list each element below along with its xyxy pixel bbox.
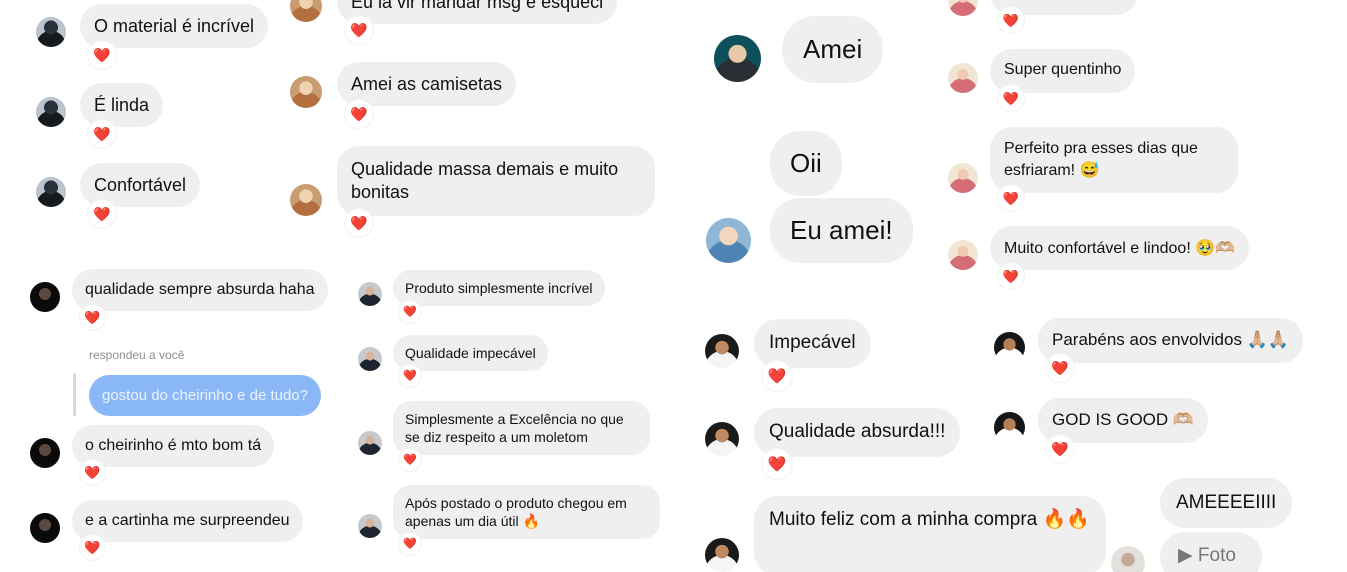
heart-reaction-icon[interactable]: ❤️ (998, 263, 1024, 289)
avatar[interactable] (705, 422, 739, 456)
photo-message[interactable]: ▶ Foto (1160, 532, 1262, 572)
avatar[interactable] (706, 218, 751, 263)
message-bubble[interactable]: O material é incrível (80, 4, 269, 48)
message-bubble[interactable]: É linda (80, 83, 164, 127)
avatar[interactable] (358, 514, 382, 538)
avatar[interactable] (705, 334, 739, 368)
heart-reaction-icon[interactable]: ❤️ (399, 449, 421, 471)
heart-reaction-icon[interactable]: ❤️ (998, 85, 1024, 111)
avatar[interactable] (36, 97, 66, 127)
avatar[interactable] (994, 332, 1025, 363)
avatar[interactable] (290, 0, 322, 22)
avatar[interactable] (948, 240, 978, 270)
message-bubble[interactable]: AMEEEEIIII (1160, 478, 1293, 528)
heart-reaction-icon[interactable]: ❤️ (399, 533, 421, 555)
heart-reaction-icon[interactable]: ❤️ (998, 185, 1024, 211)
avatar[interactable] (30, 282, 60, 312)
message-bubble[interactable]: Parabéns aos envolvidos 🙏🏼🙏🏼 (1038, 318, 1304, 363)
avatar[interactable] (36, 177, 66, 207)
avatar[interactable] (290, 76, 322, 108)
message-bubble[interactable]: o cheirinho é mto bom tá (72, 425, 275, 467)
avatar[interactable] (948, 163, 978, 193)
avatar[interactable] (36, 17, 66, 47)
heart-reaction-icon[interactable]: ❤️ (399, 365, 421, 387)
heart-reaction-icon[interactable]: ❤️ (998, 7, 1024, 33)
message-bubble[interactable]: Muito feliz com a minha compra 🔥🔥 (754, 496, 1106, 572)
heart-reaction-icon[interactable]: ❤️ (762, 449, 792, 479)
message-bubble[interactable]: Qualidade impecável (393, 335, 548, 371)
heart-reaction-icon[interactable]: ❤️ (345, 16, 373, 44)
quoted-message[interactable]: gostou do cheirinho e de tudo? (89, 375, 321, 416)
heart-reaction-icon[interactable]: ❤️ (88, 200, 116, 228)
heart-reaction-icon[interactable]: ❤️ (345, 100, 373, 128)
message-bubble[interactable]: e a cartinha me surpreendeu (72, 500, 303, 542)
avatar[interactable] (714, 35, 761, 82)
message-bubble[interactable]: Após postado o produto chegou em apenas … (393, 485, 660, 539)
avatar[interactable] (948, 63, 978, 93)
heart-reaction-icon[interactable]: ❤️ (88, 41, 116, 69)
heart-reaction-icon[interactable]: ❤️ (345, 209, 373, 237)
message-bubble[interactable]: Qualidade absurda!!! (754, 408, 961, 457)
heart-reaction-icon[interactable]: ❤️ (1046, 354, 1074, 382)
message-bubble[interactable]: Muito confortável e lindoo! 🥹🫶🏼 (990, 226, 1250, 270)
reply-line (73, 373, 76, 416)
avatar[interactable] (948, 0, 978, 16)
message-bubble[interactable]: Impecável (754, 319, 871, 368)
heart-reaction-icon[interactable]: ❤️ (762, 361, 792, 391)
heart-reaction-icon[interactable]: ❤️ (88, 120, 116, 148)
avatar[interactable] (1111, 546, 1145, 572)
avatar[interactable] (358, 282, 382, 306)
message-bubble[interactable]: Perfeito pra esses dias que esfriaram! 😅 (990, 127, 1238, 193)
reply-label: respondeu a você (89, 348, 185, 362)
message-bubble[interactable]: Eu amei! (770, 198, 913, 263)
heart-reaction-icon[interactable]: ❤️ (80, 305, 105, 330)
message-bubble[interactable]: Produto simplesmente incrível (393, 270, 605, 306)
avatar[interactable] (30, 438, 60, 468)
message-bubble[interactable]: Amei (782, 16, 884, 83)
avatar[interactable] (358, 347, 382, 371)
avatar[interactable] (705, 538, 739, 572)
heart-reaction-icon[interactable]: ❤️ (80, 535, 105, 560)
message-bubble[interactable]: Qualidade massa demais e muito bonitas (337, 146, 655, 216)
avatar[interactable] (30, 513, 60, 543)
heart-reaction-icon[interactable]: ❤️ (80, 460, 105, 485)
avatar[interactable] (358, 431, 382, 455)
message-bubble[interactable]: Simplesmente a Excelência no que se diz … (393, 401, 650, 455)
message-bubble[interactable]: Amei as camisetas (337, 62, 517, 106)
heart-reaction-icon[interactable]: ❤️ (399, 301, 421, 323)
message-bubble[interactable]: Eu ia vir mandar msg e esqueci (337, 0, 618, 24)
avatar[interactable] (290, 184, 322, 216)
message-bubble[interactable]: Oii (770, 131, 842, 196)
message-bubble[interactable]: qualidade sempre absurda haha (72, 269, 328, 311)
heart-reaction-icon[interactable]: ❤️ (1046, 435, 1074, 463)
avatar[interactable] (994, 412, 1025, 443)
